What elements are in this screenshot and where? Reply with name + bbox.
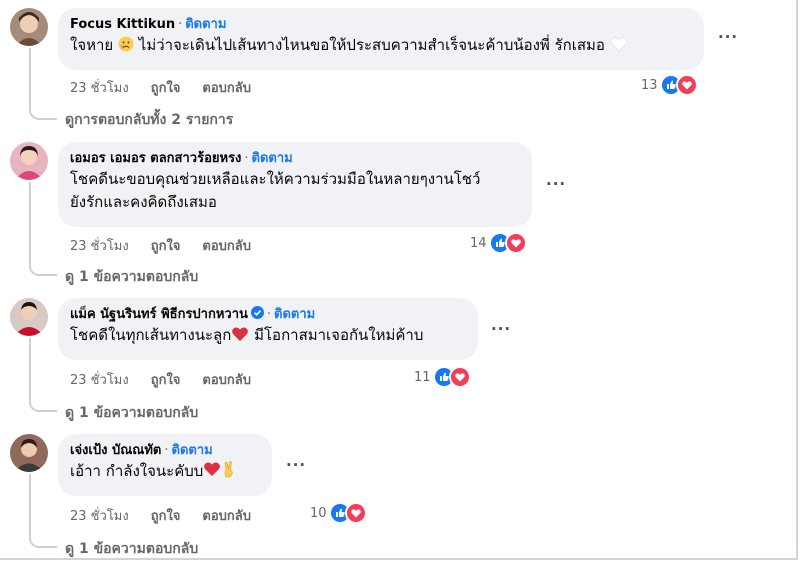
more-options-button[interactable]: ···: [546, 175, 566, 193]
timestamp[interactable]: 23 ชั่วโมง: [70, 239, 129, 254]
love-reaction-icon: [448, 366, 471, 388]
view-replies-link[interactable]: ดู 1 ข้อความตอบกลับ: [65, 538, 198, 560]
reaction-count: 10: [310, 505, 327, 521]
red-heart-emoji: [231, 326, 249, 349]
reply-button[interactable]: ตอบกลับ: [202, 509, 251, 524]
comment-text: โชคดีนะขอบคุณช่วยเหลือและให้ความร่วมมือใ…: [70, 170, 481, 188]
comment-actions: 23 ชั่วโมง ถูกใจ ตอบกลับ: [70, 369, 273, 390]
comment-item: เอมอร เอมอร ตลกสาวร้อยหรง · ติดตาม โชคดีนะ…: [0, 142, 800, 285]
reply-button[interactable]: ตอบกลับ: [202, 373, 251, 388]
comment-actions: 23 ชั่วโมง ถูกใจ ตอบกลับ: [70, 505, 273, 526]
separator-dot: ·: [178, 17, 183, 32]
comment-item: Focus Kittikun · ติดตาม ใจหาย ไม่ว่าจะเดิน…: [0, 8, 800, 128]
comment-item: เจ่งเป้ง บัณณทัต · ติดตาม เอ้าา กำลังใจนะค…: [0, 434, 800, 558]
reaction-summary[interactable]: 13: [641, 74, 698, 96]
like-button[interactable]: ถูกใจ: [151, 81, 181, 96]
author-name[interactable]: เจ่งเป้ง บัณณทัต: [70, 443, 161, 458]
more-options-button[interactable]: ···: [286, 456, 306, 474]
reaction-summary[interactable]: 11: [414, 366, 471, 388]
heart-and-victory-emoji: [203, 460, 239, 485]
comment-text-continued: มีโอกาสมาเจอกันใหม่ค้าบ: [254, 326, 424, 344]
like-button[interactable]: ถูกใจ: [151, 509, 181, 524]
comment-bubble: เอมอร เอมอร ตลกสาวร้อยหรง · ติดตาม โชคดีนะ…: [58, 142, 532, 227]
sad-face-emoji: [118, 36, 134, 59]
love-reaction-icon: [504, 232, 527, 254]
comment-actions: 23 ชั่วโมง ถูกใจ ตอบกลับ: [70, 235, 273, 256]
love-reaction-icon: [675, 74, 698, 96]
timestamp[interactable]: 23 ชั่วโมง: [70, 509, 129, 524]
view-replies-link[interactable]: ดู 1 ข้อความตอบกลับ: [65, 266, 198, 288]
comment-text-line2: ยังรักและคงคิดถึงเสมอ: [70, 193, 217, 211]
comment-text: โชคดีในทุกเส้นทางนะลูก: [70, 326, 232, 344]
reaction-summary[interactable]: 14: [470, 232, 527, 254]
reply-thread-line: [29, 48, 57, 120]
follow-link[interactable]: ติดตาม: [274, 307, 315, 322]
timestamp[interactable]: 23 ชั่วโมง: [70, 373, 129, 388]
like-button[interactable]: ถูกใจ: [151, 239, 181, 254]
comment-bubble: แม็ค นัฐนรินทร์ พิธีกรปากหวาน · ติดตาม โชค…: [58, 298, 478, 360]
comment-actions: 23 ชั่วโมง ถูกใจ ตอบกลับ: [70, 77, 273, 98]
author-name[interactable]: Focus Kittikun: [70, 17, 175, 32]
author-name[interactable]: แม็ค นัฐนรินทร์ พิธีกรปากหวาน: [70, 307, 248, 322]
reply-thread-line: [29, 338, 57, 412]
comment-text: ใจหาย: [70, 36, 114, 54]
timestamp[interactable]: 23 ชั่วโมง: [70, 81, 129, 96]
avatar[interactable]: [10, 434, 48, 472]
reply-thread-line: [29, 182, 57, 276]
like-button[interactable]: ถูกใจ: [151, 373, 181, 388]
comment-bubble: เจ่งเป้ง บัณณทัต · ติดตาม เอ้าา กำลังใจนะค…: [58, 434, 272, 496]
avatar[interactable]: [10, 142, 48, 180]
avatar[interactable]: [10, 8, 48, 46]
comment-item: แม็ค นัฐนรินทร์ พิธีกรปากหวาน · ติดตาม โชค…: [0, 298, 800, 428]
separator-dot: ·: [244, 151, 249, 166]
comment-text-continued: ไม่ว่าจะเดินไปเส้นทางไหนขอให้ประสบความสำ…: [138, 36, 605, 54]
love-reaction-icon: [344, 502, 367, 524]
reaction-count: 11: [414, 369, 431, 385]
reply-thread-line: [29, 474, 57, 548]
comment-bubble: Focus Kittikun · ติดตาม ใจหาย ไม่ว่าจะเดิน…: [58, 8, 704, 70]
reaction-summary[interactable]: 10: [310, 502, 367, 524]
separator-dot: ·: [266, 307, 272, 322]
comment-text: เอ้าา กำลังใจนะคับบ: [70, 462, 204, 480]
white-heart-emoji: [610, 36, 628, 59]
view-replies-link[interactable]: ดูการตอบกลับทั้ง 2 รายการ: [65, 109, 233, 131]
follow-link[interactable]: ติดตาม: [185, 17, 226, 32]
separator-dot: ·: [164, 443, 169, 458]
reaction-count: 14: [470, 235, 487, 251]
follow-link[interactable]: ติดตาม: [252, 151, 293, 166]
reaction-count: 13: [641, 77, 658, 93]
verified-badge-icon: [250, 306, 264, 319]
reply-button[interactable]: ตอบกลับ: [202, 81, 251, 96]
more-options-button[interactable]: ···: [491, 320, 511, 338]
view-replies-link[interactable]: ดู 1 ข้อความตอบกลับ: [65, 402, 198, 424]
avatar[interactable]: [10, 298, 48, 336]
follow-link[interactable]: ติดตาม: [172, 443, 213, 458]
more-options-button[interactable]: ···: [718, 28, 738, 46]
author-name[interactable]: เอมอร เอมอร ตลกสาวร้อยหรง: [70, 151, 241, 166]
reply-button[interactable]: ตอบกลับ: [202, 239, 251, 254]
